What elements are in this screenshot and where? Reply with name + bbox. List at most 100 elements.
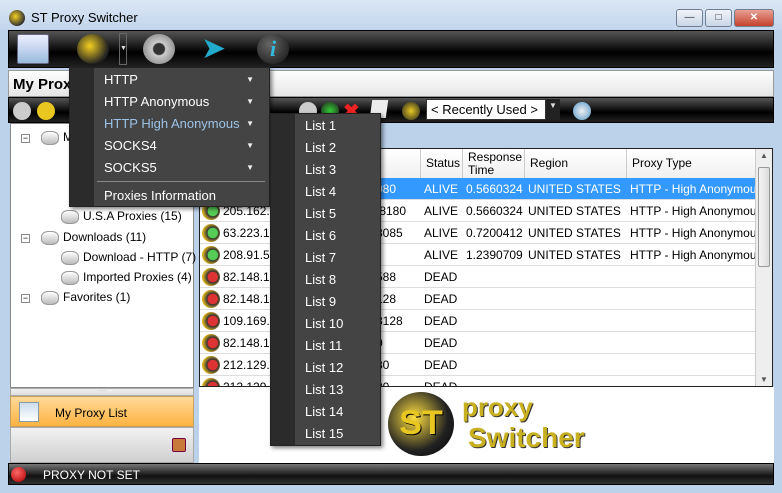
cell-status: DEAD (424, 358, 458, 372)
submenu-item[interactable]: List 10 (305, 316, 343, 331)
splitter-handle[interactable]: ····· (10, 388, 194, 396)
cell-region: UNITED STATES (528, 226, 621, 240)
status-red-icon (11, 467, 26, 482)
cell-region: UNITED STATES (528, 204, 621, 218)
cell-status: ALIVE (424, 204, 459, 218)
minimize-button[interactable]: — (676, 9, 703, 27)
download-menu: HTTP ▼ HTTP Anonymous ▼ HTTP High Anonymous ▼… (69, 67, 270, 207)
submenu-item[interactable]: List 2 (305, 140, 336, 155)
title-bar: ST Proxy Switcher — □ ✕ (0, 0, 782, 30)
submenu-item[interactable]: List 3 (305, 162, 336, 177)
menu-item[interactable]: HTTP High Anonymous ▼ (104, 116, 264, 131)
menu-item-label: SOCKS5 (104, 160, 157, 175)
menu-item[interactable]: HTTP ▼ (104, 72, 264, 87)
cell-type: HTTP - High Anonymous (630, 248, 763, 262)
list-submenu: List 1 List 2 List 3 List 4 List 5 List 6 List… (270, 113, 381, 446)
status-text: PROXY NOT SET (43, 468, 140, 482)
submenu-item[interactable]: List 13 (305, 382, 343, 397)
cell-type: HTTP - High Anonymous (630, 204, 763, 218)
vertical-scrollbar[interactable]: ▲ ▼ (755, 149, 772, 386)
cell-status: DEAD (424, 314, 458, 328)
cell-addr: 208.91.59 (223, 248, 277, 262)
column-header-response-time[interactable]: Response Time (463, 149, 525, 179)
cell-addr: 82.148.10 (223, 292, 277, 306)
cell-addr: 82.148.10 (223, 270, 277, 284)
submenu-item[interactable]: List 14 (305, 404, 343, 419)
close-button[interactable]: ✕ (734, 9, 774, 27)
logo-text-proxy: proxy (462, 392, 533, 422)
folder-icon (41, 131, 59, 145)
scrollbar-thumb[interactable] (758, 167, 770, 267)
cell-addr: 82.148.10 (223, 336, 277, 350)
add-list-icon[interactable] (13, 102, 31, 120)
submenu-item[interactable]: List 4 (305, 184, 336, 199)
dead-status-icon (202, 356, 220, 374)
cell-status: ALIVE (424, 182, 459, 196)
expand-toggle[interactable]: − (21, 134, 30, 143)
submenu-item[interactable]: List 9 (305, 294, 336, 309)
submenu-item[interactable]: List 5 (305, 206, 336, 221)
submenu-arrow-icon: ▼ (246, 97, 254, 106)
configure-pane-icon[interactable] (172, 438, 186, 452)
cell-type: HTTP - High Anonymous (630, 226, 763, 240)
alive-status-icon (202, 246, 220, 264)
chevron-down-icon[interactable]: ▼ (546, 99, 560, 120)
cell-status: ALIVE (424, 226, 459, 240)
tree-item[interactable]: Downloads (11) (63, 230, 146, 244)
folder-icon (61, 210, 79, 224)
chat-icon[interactable] (573, 102, 591, 120)
menu-item[interactable]: SOCKS5 ▼ (104, 160, 264, 175)
tree-item[interactable]: Favorites (1) (63, 290, 130, 304)
scroll-up-icon[interactable]: ▲ (760, 151, 768, 160)
tree-item[interactable]: Imported Proxies (4) (83, 270, 192, 284)
cell-region: UNITED STATES (528, 248, 621, 262)
cell-time: 1.2390709 (466, 248, 523, 262)
folder-icon (61, 271, 79, 285)
tree-item[interactable]: Download - HTTP (7) (83, 250, 196, 264)
tree-item[interactable]: U.S.A Proxies (15) (83, 209, 182, 223)
gear-icon[interactable] (143, 34, 175, 64)
menu-item[interactable]: SOCKS4 ▼ (104, 138, 264, 153)
column-header-region[interactable]: Region (525, 149, 627, 179)
column-header-status[interactable]: Status (421, 149, 463, 179)
expand-toggle[interactable]: − (21, 294, 30, 303)
folder-icon (61, 251, 79, 265)
app-icon (9, 10, 25, 26)
auto-icon[interactable] (37, 102, 55, 120)
submenu-item[interactable]: List 12 (305, 360, 343, 375)
window-title: ST Proxy Switcher (31, 10, 138, 25)
connect-globe-icon[interactable] (402, 102, 420, 120)
submenu-item[interactable]: List 6 (305, 228, 336, 243)
submenu-item[interactable]: List 15 (305, 426, 343, 441)
maximize-button[interactable]: □ (705, 9, 732, 27)
status-bar: PROXY NOT SET (8, 463, 774, 485)
submenu-item[interactable]: List 1 (305, 118, 336, 133)
cell-status: DEAD (424, 380, 458, 387)
cell-time: 0.5660324 (466, 204, 523, 218)
submenu-item[interactable]: List 7 (305, 250, 336, 265)
cell-addr: 109.169.4 (223, 314, 277, 328)
window-icon[interactable] (17, 34, 49, 64)
st-logo-icon: ST (388, 392, 454, 456)
menu-item-label: SOCKS4 (104, 138, 157, 153)
download-dropdown-arrow[interactable]: ▼ (119, 33, 127, 65)
expand-toggle[interactable]: − (21, 234, 30, 243)
submenu-item[interactable]: List 11 (305, 338, 342, 353)
my-proxy-list-label: My Proxy List (55, 406, 128, 420)
my-proxy-list-button[interactable]: My Proxy List (10, 396, 194, 427)
column-header-proxy-type[interactable]: Proxy Type (627, 149, 756, 179)
download-globe-icon[interactable] (77, 34, 109, 64)
cell-status: DEAD (424, 336, 458, 350)
dead-status-icon (202, 312, 220, 330)
menu-item-proxies-information[interactable]: Proxies Information (104, 188, 216, 203)
recently-used-select[interactable]: < Recently Used > (426, 99, 546, 120)
dead-status-icon (202, 378, 220, 386)
menu-item[interactable]: HTTP Anonymous ▼ (104, 94, 264, 109)
scroll-down-icon[interactable]: ▼ (760, 375, 768, 384)
info-icon[interactable]: i (257, 34, 289, 64)
folder-icon (41, 231, 59, 245)
folder-icon (41, 291, 59, 305)
cursor-icon[interactable]: ➤ (201, 34, 233, 64)
dead-status-icon (202, 290, 220, 308)
submenu-item[interactable]: List 8 (305, 272, 336, 287)
